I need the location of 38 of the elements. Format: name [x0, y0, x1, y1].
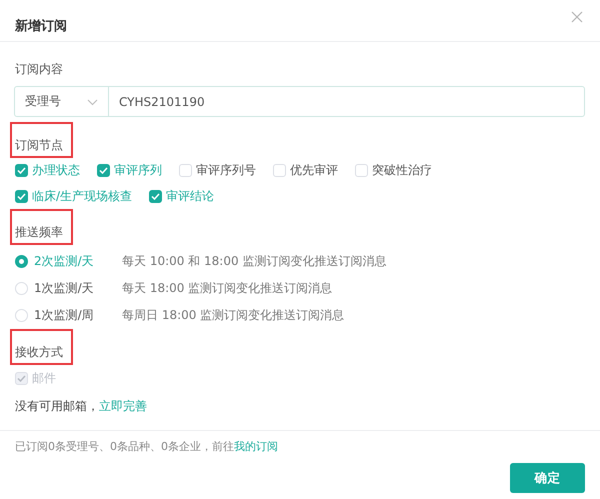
- checkbox[interactable]: [15, 164, 28, 176]
- radio-label[interactable]: 1次监测/天: [34, 280, 122, 296]
- option-description: 每天 10:00 和 18:00 监测订阅变化推送订阅消息: [122, 253, 388, 269]
- checkbox-label[interactable]: 审评结论: [166, 188, 214, 204]
- check-icon: [17, 374, 26, 382]
- notice-text: 没有可用邮箱，立即完善: [15, 398, 148, 414]
- caret-icon: [87, 98, 98, 106]
- checkbox-label[interactable]: 审评序列号: [196, 162, 256, 178]
- checkbox[interactable]: [15, 190, 28, 202]
- dialog-title: 新增订阅: [15, 19, 68, 35]
- checkbox-label[interactable]: 办理状态: [32, 162, 80, 178]
- confirm-button[interactable]: 确定: [510, 463, 585, 493]
- check-icon: [151, 192, 160, 200]
- checkbox-label[interactable]: 优先审评: [290, 162, 338, 178]
- checkbox-label[interactable]: 突破性治疗: [372, 162, 432, 178]
- complete-link[interactable]: 立即完善: [99, 399, 147, 413]
- section-label: 订阅节点: [15, 137, 63, 153]
- check-icon: [99, 166, 108, 174]
- option-description: 每天 18:00 监测订阅变化推送订阅消息: [122, 280, 334, 296]
- type-select[interactable]: 受理号: [25, 93, 61, 110]
- close-icon[interactable]: [571, 11, 583, 23]
- checkbox[interactable]: [149, 190, 162, 202]
- section-label: 接收方式: [15, 344, 63, 360]
- radio-button[interactable]: [15, 254, 28, 268]
- radio-label[interactable]: 2次监测/天: [34, 253, 122, 269]
- section-label: 推送频率: [15, 224, 63, 240]
- checkbox-label[interactable]: 临床/生产现场核查: [32, 188, 132, 204]
- subscription-summary: 已订阅0条受理号、0条品种、0条企业，前往我的订阅: [15, 440, 279, 454]
- checkbox-label[interactable]: 审评序列: [114, 162, 162, 178]
- checkbox[interactable]: [97, 164, 110, 176]
- field-label: 订阅内容: [15, 61, 64, 77]
- option-description: 每周日 18:00 监测订阅变化推送订阅消息: [122, 307, 346, 323]
- input-field[interactable]: CYHS2101190: [109, 87, 584, 116]
- check-icon: [17, 166, 26, 174]
- search-field[interactable]: 受理号 CYHS2101190: [14, 86, 585, 117]
- check-icon: [17, 192, 26, 200]
- my-subscriptions-link[interactable]: 我的订阅: [234, 440, 278, 453]
- radio-label[interactable]: 1次监测/周: [34, 307, 122, 323]
